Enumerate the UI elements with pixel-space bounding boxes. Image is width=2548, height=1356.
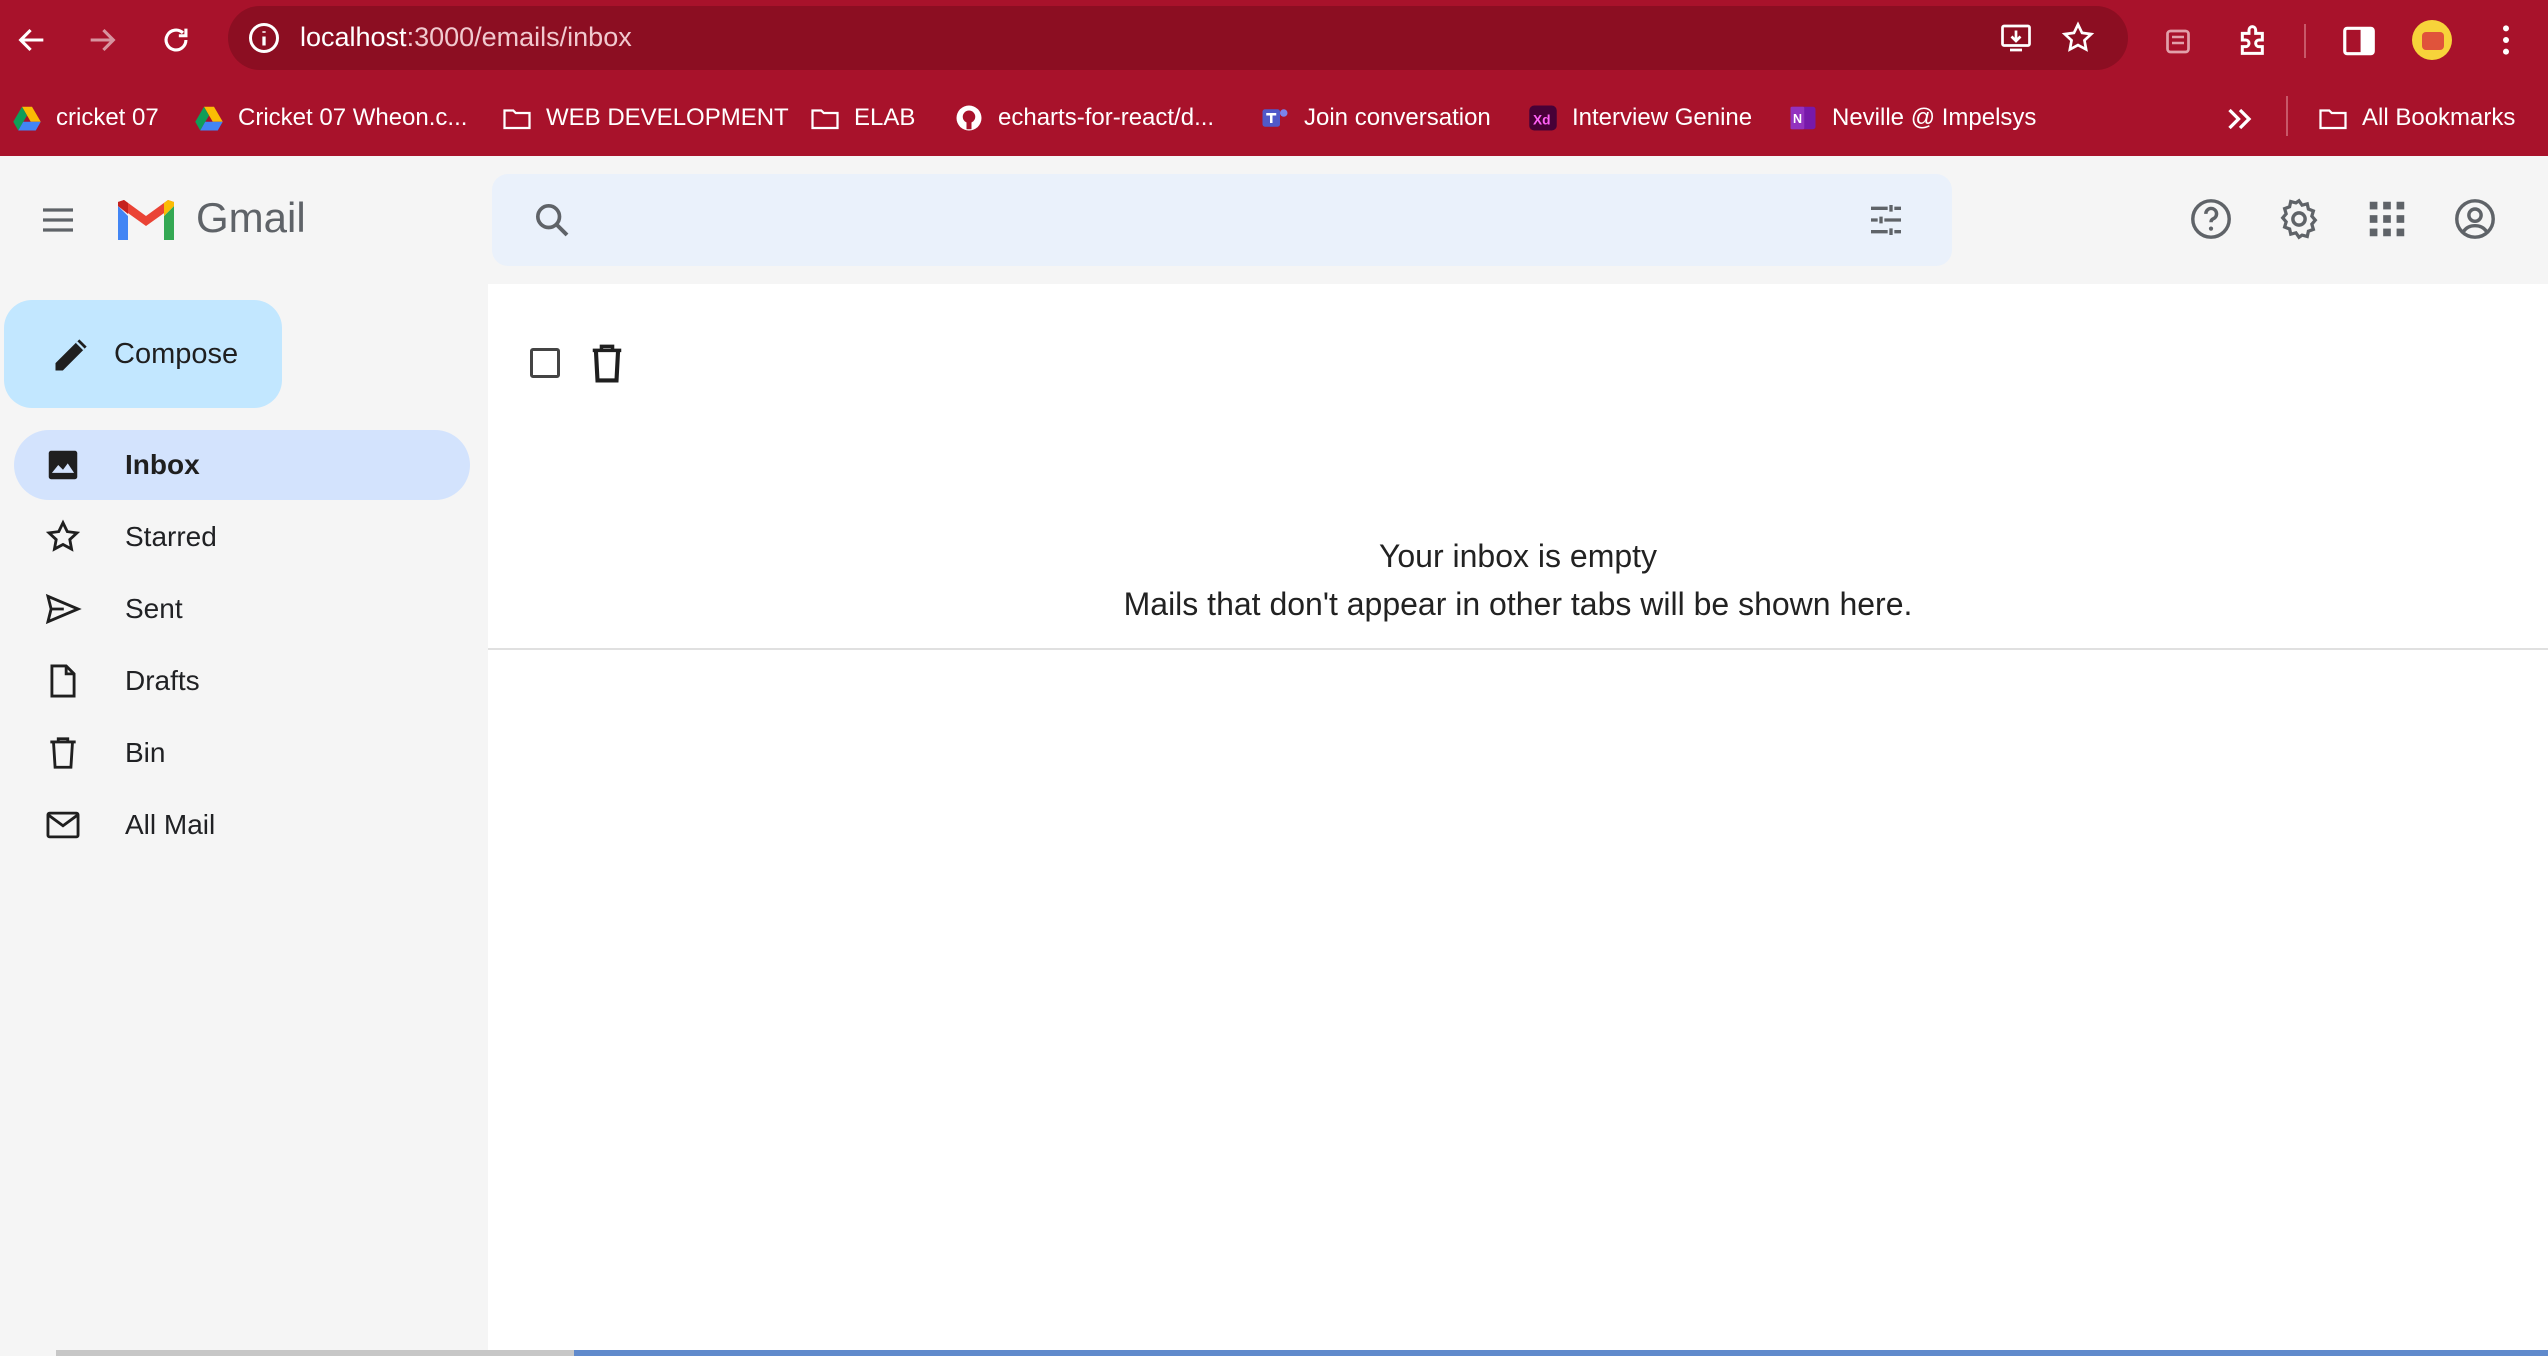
- pencil-icon: [55, 339, 87, 371]
- bookmark-star-icon[interactable]: [2060, 20, 2096, 56]
- bottom-scroll-indicator: [574, 1350, 2548, 1356]
- bookmark-label: ELAB: [854, 104, 916, 131]
- chrome-menu-icon[interactable]: [2486, 20, 2526, 60]
- sidebar-item-label: Bin: [125, 737, 166, 768]
- sidebar-item-label: All Mail: [125, 809, 216, 840]
- send-icon: [45, 593, 82, 625]
- inbox-icon: [48, 450, 78, 480]
- svg-text:N: N: [1793, 112, 1802, 126]
- extension-icon[interactable]: [2160, 22, 2196, 58]
- star-icon: [45, 519, 81, 552]
- forward-arrow-icon: [90, 28, 116, 52]
- xd-icon: Xd: [1529, 105, 1557, 131]
- gmail-brand-text: Gmail: [196, 194, 306, 241]
- sidebar-item-starred[interactable]: Starred: [14, 502, 470, 572]
- bookmark-label: WEB DEVELOPMENT: [546, 104, 789, 131]
- sidebar: Compose Inbox Starred Sent Drafts Bin Al…: [0, 284, 486, 1356]
- teams-icon: [1262, 109, 1288, 127]
- drive-icon: [13, 106, 41, 131]
- back-button[interactable]: [4, 12, 60, 68]
- all-bookmarks-button[interactable]: All Bookmarks: [2318, 100, 2515, 136]
- url-text: localhost:3000/emails/inbox: [300, 22, 632, 52]
- browser-toolbar: localhost:3000/emails/inbox: [0, 0, 2548, 80]
- bookmark-label: Interview Genine: [1572, 104, 1753, 131]
- bookmark-label: Neville @ Impelsys: [1832, 104, 2037, 131]
- sidebar-item-label: Drafts: [125, 665, 200, 696]
- reload-icon: [164, 28, 188, 52]
- bookmarks-separator: [2286, 96, 2288, 136]
- search-options-icon[interactable]: [1866, 200, 1906, 240]
- svg-text:Xd: Xd: [1533, 112, 1551, 127]
- hamburger-menu-icon[interactable]: [36, 200, 80, 240]
- bookmark-label: Cricket 07 Wheon.c...: [238, 104, 468, 131]
- bookmarks-bar: cricket 07 Cricket 07 Wheon.c... WEB DEV…: [0, 80, 2548, 156]
- empty-inbox-title: Your inbox is empty: [1378, 538, 1658, 574]
- bookmark-item[interactable]: WEB DEVELOPMENT: [502, 100, 789, 136]
- help-icon[interactable]: [2188, 196, 2234, 242]
- site-info-icon[interactable]: [246, 20, 282, 56]
- onenote-icon: N: [1790, 106, 1816, 130]
- folder-icon: [503, 109, 531, 130]
- sidebar-item-label: Inbox: [125, 449, 200, 480]
- puzzle-extensions-icon[interactable]: [2234, 20, 2274, 60]
- sidebar-item-sent[interactable]: Sent: [14, 574, 470, 644]
- select-all-checkbox[interactable]: [530, 348, 560, 378]
- bin-icon: [50, 737, 76, 769]
- bookmark-label: Join conversation: [1304, 104, 1491, 131]
- side-panel-icon[interactable]: [2340, 22, 2378, 60]
- sidebar-item-all-mail[interactable]: All Mail: [14, 790, 470, 860]
- mail-icon: [46, 811, 80, 839]
- bookmark-item[interactable]: ELAB: [810, 100, 915, 136]
- sidebar-item-drafts[interactable]: Drafts: [14, 646, 470, 716]
- apps-grid-icon[interactable]: [2364, 196, 2410, 242]
- reload-button[interactable]: [148, 12, 204, 68]
- bookmark-label: echarts-for-react/d...: [998, 104, 1215, 131]
- mail-list-panel: Your inbox is empty Mails that don't app…: [488, 284, 2548, 1356]
- list-divider: [488, 648, 2548, 650]
- empty-inbox-subtitle: Mails that don't appear in other tabs wi…: [1123, 586, 1913, 622]
- github-icon: [956, 105, 982, 131]
- bookmark-label: cricket 07: [56, 104, 159, 131]
- drive-icon: [195, 106, 223, 131]
- avatar-figure-icon: [2422, 32, 2444, 50]
- search-bar[interactable]: [492, 174, 1952, 266]
- account-circle-icon[interactable]: [2452, 196, 2498, 242]
- compose-label: Compose: [114, 338, 239, 370]
- bookmark-item[interactable]: cricket 07: [12, 100, 159, 136]
- draft-icon: [50, 664, 76, 698]
- sidebar-item-label: Starred: [125, 521, 217, 552]
- search-icon[interactable]: [532, 200, 572, 240]
- sidebar-item-bin[interactable]: Bin: [14, 718, 470, 788]
- install-app-icon[interactable]: [1998, 20, 2034, 56]
- more-bookmarks-icon[interactable]: [2222, 104, 2258, 134]
- compose-button[interactable]: Compose: [4, 300, 282, 408]
- bookmark-item[interactable]: echarts-for-react/d...: [954, 100, 1214, 136]
- sidebar-item-label: Sent: [125, 593, 183, 624]
- app-header: Gmail: [0, 156, 2548, 284]
- bookmark-item[interactable]: N Neville @ Impelsys: [1788, 100, 2036, 136]
- address-bar[interactable]: localhost:3000/emails/inbox: [228, 6, 2128, 70]
- folder-icon: [2319, 109, 2347, 130]
- toolbar-separator: [2304, 24, 2306, 58]
- search-input[interactable]: [592, 194, 1836, 248]
- forward-button[interactable]: [74, 12, 130, 68]
- sidebar-item-inbox[interactable]: Inbox: [14, 430, 470, 500]
- delete-icon[interactable]: [588, 342, 626, 384]
- bookmark-item[interactable]: Cricket 07 Wheon.c...: [194, 100, 467, 136]
- profile-avatar[interactable]: [2412, 20, 2452, 60]
- bookmark-item[interactable]: Xd Interview Genine: [1528, 100, 1752, 136]
- gmail-logo-icon: [118, 200, 174, 240]
- settings-gear-icon[interactable]: [2276, 196, 2322, 242]
- back-arrow-icon: [18, 28, 44, 52]
- folder-icon: [811, 109, 839, 130]
- all-bookmarks-label: All Bookmarks: [2362, 104, 2516, 131]
- bookmark-item[interactable]: Join conversation: [1260, 100, 1491, 136]
